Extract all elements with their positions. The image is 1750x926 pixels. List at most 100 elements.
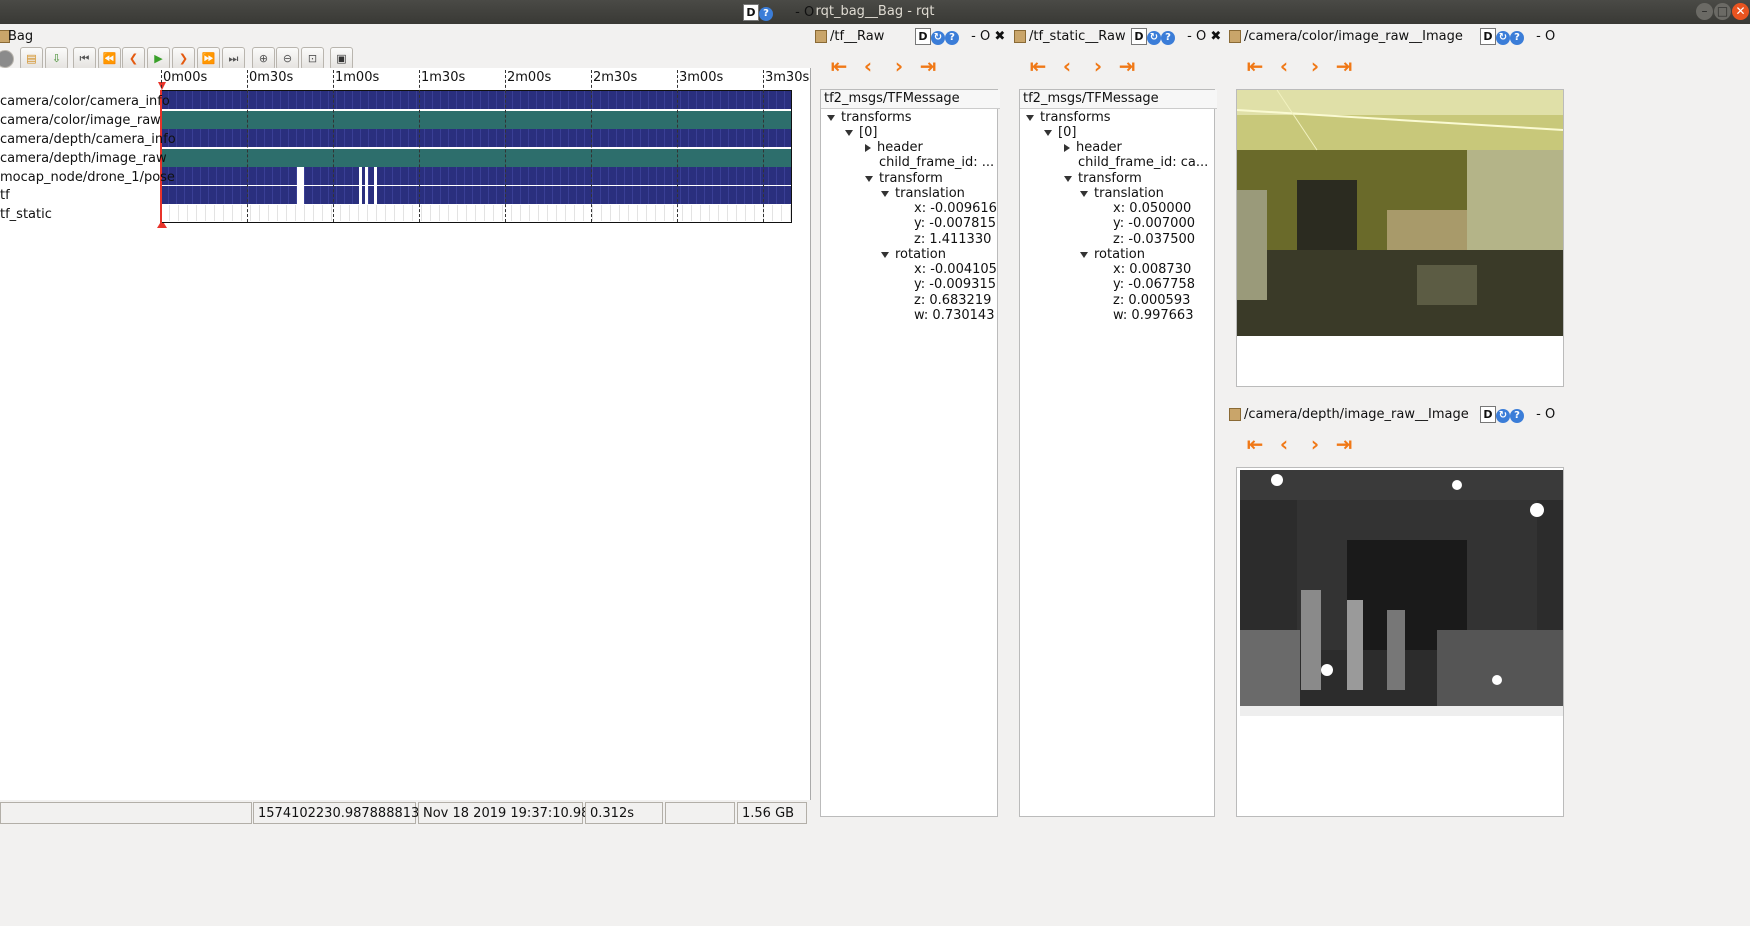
- bag-dock-buttons: D? - O: [743, 4, 814, 21]
- help-icon[interactable]: ?: [1510, 409, 1524, 423]
- tree-item-child-frame-id[interactable]: child_frame_id: ...: [879, 155, 994, 170]
- go-to-end-button[interactable]: ⏭: [222, 47, 245, 70]
- rewind-button[interactable]: ⏪: [98, 47, 121, 70]
- window-title-bar: rqt_bag__Bag - rqt – □ ✕: [0, 0, 1750, 24]
- tree-value: w: 0.730143: [914, 308, 995, 323]
- zoom-reset-button[interactable]: ⊡: [301, 47, 324, 70]
- previous-message-icon[interactable]: ‹: [855, 53, 881, 79]
- dock-d-button[interactable]: D: [1480, 28, 1496, 45]
- refresh-icon[interactable]: ↻: [1496, 31, 1510, 45]
- first-message-icon[interactable]: ⇤: [1242, 431, 1268, 457]
- topic-label: camera/color/camera_info: [0, 94, 170, 109]
- track-camera-depth-image-raw[interactable]: [161, 148, 791, 168]
- save-bag-button[interactable]: ⇩: [45, 47, 68, 70]
- previous-message-icon[interactable]: ‹: [1271, 53, 1297, 79]
- previous-message-icon[interactable]: ‹: [1054, 53, 1080, 79]
- help-icon[interactable]: ?: [1510, 31, 1524, 45]
- tree-item-transforms[interactable]: transforms: [1026, 110, 1111, 125]
- tf-static-tree[interactable]: tf2_msgs/TFMessage transforms [0] header…: [1019, 89, 1217, 817]
- minimize-button[interactable]: –: [1696, 3, 1713, 20]
- play-button[interactable]: ▶: [147, 47, 170, 70]
- previous-message-icon[interactable]: ‹: [1271, 431, 1297, 457]
- tree-value: x: 0.050000: [1113, 201, 1192, 216]
- tf-raw-tree[interactable]: tf2_msgs/TFMessage transforms [0] header…: [820, 89, 1000, 817]
- status-cell: [665, 802, 735, 824]
- dock-d-button[interactable]: D: [915, 28, 931, 45]
- status-elapsed: 0.312s: [585, 802, 663, 824]
- refresh-icon[interactable]: ↻: [931, 31, 945, 45]
- playhead-top-marker: [158, 82, 166, 90]
- zoom-in-button[interactable]: ⊕: [252, 47, 275, 70]
- tree-item-header[interactable]: header: [1064, 140, 1122, 155]
- go-to-start-button[interactable]: ⏮: [73, 47, 96, 70]
- last-message-icon[interactable]: ⇥: [1331, 53, 1357, 79]
- close-dock-icon[interactable]: ✖: [994, 29, 1005, 44]
- close-dock-icon[interactable]: ✖: [1210, 29, 1221, 44]
- color-image-dock-title-bar: /camera/color/image_raw__Image D ↻? - O: [1226, 24, 1750, 48]
- next-message-icon[interactable]: ›: [1302, 53, 1328, 79]
- zoom-out-button[interactable]: ⊖: [276, 47, 299, 70]
- track-gap: [365, 167, 368, 185]
- tree-item-rotation[interactable]: rotation: [1080, 247, 1145, 262]
- tree-item-rotation[interactable]: rotation: [881, 247, 946, 262]
- dock-d-button[interactable]: D: [743, 4, 759, 21]
- topic-label: tf: [0, 188, 10, 203]
- help-icon[interactable]: ?: [945, 31, 959, 45]
- tree-item-index[interactable]: [0]: [845, 125, 877, 140]
- tree-value: y: -0.007000: [1113, 216, 1195, 231]
- dock-d-button[interactable]: D: [1131, 28, 1147, 45]
- track-camera-color-camera-info[interactable]: [161, 91, 791, 109]
- dock-d-button[interactable]: D: [1480, 406, 1496, 423]
- help-icon[interactable]: ?: [1161, 31, 1175, 45]
- tree-item-translation[interactable]: translation: [1080, 186, 1164, 201]
- last-message-icon[interactable]: ⇥: [915, 53, 941, 79]
- first-message-icon[interactable]: ⇤: [1242, 53, 1268, 79]
- track-gap: [359, 186, 362, 204]
- tree-value: z: -0.037500: [1113, 232, 1196, 247]
- close-window-button[interactable]: ✕: [1732, 3, 1749, 20]
- float-button[interactable]: - O: [795, 5, 814, 20]
- maximize-button[interactable]: □: [1714, 3, 1731, 20]
- tree-item-child-frame-id[interactable]: child_frame_id: ca...: [1078, 155, 1208, 170]
- depth-camera-image: [1240, 470, 1563, 716]
- last-message-icon[interactable]: ⇥: [1114, 53, 1140, 79]
- tree-item-header[interactable]: header: [865, 140, 923, 155]
- tf-raw-dock-title: /tf__Raw: [830, 29, 885, 44]
- float-button[interactable]: - O: [1187, 29, 1206, 44]
- tree-item-transforms[interactable]: transforms: [827, 110, 912, 125]
- status-cell: [0, 802, 252, 824]
- refresh-icon[interactable]: ↻: [1496, 409, 1510, 423]
- color-image-panel[interactable]: [1236, 89, 1564, 387]
- tree-value: x: -0.004105: [914, 262, 997, 277]
- track-tf-static[interactable]: [161, 205, 791, 221]
- track-camera-depth-camera-info[interactable]: [161, 129, 791, 147]
- tree-item-translation[interactable]: translation: [881, 186, 965, 201]
- track-camera-color-image-raw[interactable]: [161, 110, 791, 130]
- open-bag-button[interactable]: ▤: [20, 47, 43, 70]
- fast-forward-button[interactable]: ⏩: [197, 47, 220, 70]
- next-message-icon[interactable]: ›: [1085, 53, 1111, 79]
- plugin-icon: [1229, 30, 1241, 43]
- tree-item-index[interactable]: [0]: [1044, 125, 1076, 140]
- float-button[interactable]: - O: [1536, 407, 1555, 422]
- last-message-icon[interactable]: ⇥: [1331, 431, 1357, 457]
- bag-dock-title-bar: Bag: [0, 24, 815, 48]
- next-message-icon[interactable]: ›: [1302, 431, 1328, 457]
- track-tf[interactable]: [161, 186, 791, 204]
- first-message-icon[interactable]: ⇤: [1025, 53, 1051, 79]
- tree-item-transform[interactable]: transform: [865, 171, 943, 186]
- refresh-icon[interactable]: ↻: [1147, 31, 1161, 45]
- record-icon[interactable]: [0, 50, 14, 68]
- float-button[interactable]: - O: [971, 29, 990, 44]
- step-forward-button[interactable]: ❯: [172, 47, 195, 70]
- plugin-icon: [815, 30, 827, 43]
- help-icon[interactable]: ?: [759, 7, 773, 21]
- first-message-icon[interactable]: ⇤: [826, 53, 852, 79]
- depth-image-panel[interactable]: [1236, 467, 1564, 817]
- tree-item-transform[interactable]: transform: [1064, 171, 1142, 186]
- track-mocap-pose[interactable]: [161, 167, 791, 185]
- step-back-button[interactable]: ❮: [122, 47, 145, 70]
- thumbnails-toggle-button[interactable]: ▣: [330, 47, 353, 70]
- next-message-icon[interactable]: ›: [886, 53, 912, 79]
- float-button[interactable]: - O: [1536, 29, 1555, 44]
